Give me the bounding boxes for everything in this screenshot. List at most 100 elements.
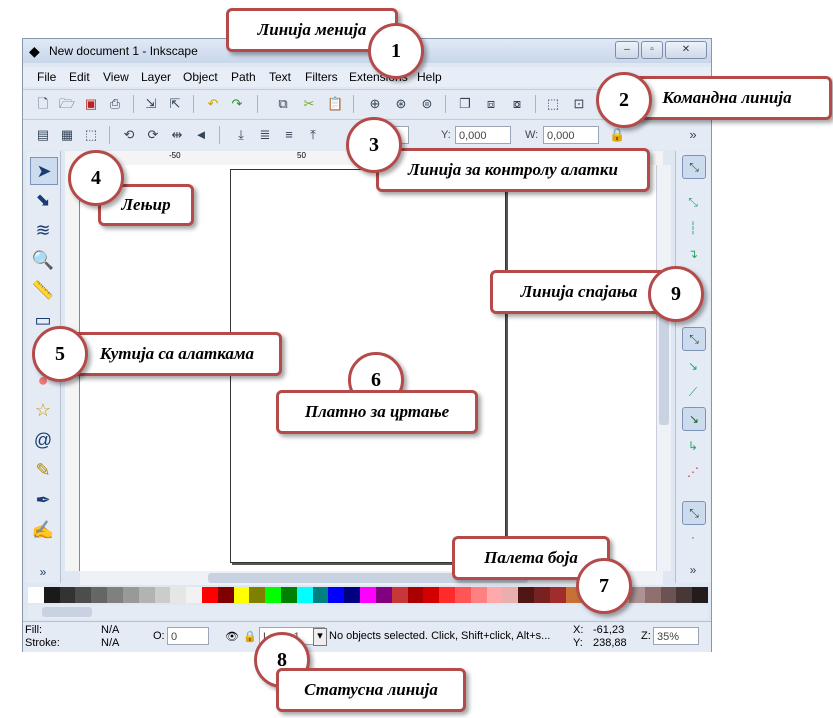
open-icon[interactable]: 🗁 [59,96,75,112]
raise-icon[interactable]: ≡ [281,127,297,143]
color-swatch[interactable] [233,587,250,603]
snap-grid-icon[interactable]: ⸱ [682,527,704,549]
lower-to-bottom-icon[interactable]: ⤓ [233,127,249,143]
color-swatch[interactable] [265,587,282,603]
clone-icon[interactable]: ⧈ [483,96,499,112]
color-swatch[interactable] [391,587,408,603]
save-icon[interactable]: ▣ [83,96,99,112]
color-swatch[interactable] [534,587,551,603]
rotate-cw-icon[interactable]: ⟳ [145,127,161,143]
color-swatch[interactable] [549,587,566,603]
color-swatch[interactable] [59,587,76,603]
color-swatch[interactable] [281,587,298,603]
color-swatch[interactable] [217,587,234,603]
rotate-ccw-icon[interactable]: ⟲ [121,127,137,143]
duplicate-icon[interactable]: ❐ [457,96,473,112]
color-swatch[interactable] [360,587,377,603]
tweak-tool-icon[interactable]: ≋ [30,217,56,243]
pencil-tool-icon[interactable]: ✎ [30,457,56,483]
color-swatch[interactable] [502,587,519,603]
menu-layer[interactable]: Layer [141,70,171,84]
overflow-chevron-icon[interactable]: » [685,127,701,143]
color-swatch[interactable] [170,587,187,603]
color-swatch[interactable] [344,587,361,603]
color-swatch[interactable] [312,587,329,603]
color-swatch[interactable] [644,587,661,603]
color-swatch[interactable] [186,587,203,603]
color-swatch[interactable] [91,587,108,603]
copy-icon[interactable]: ⧉ [275,96,291,112]
color-swatch[interactable] [201,587,218,603]
color-swatch[interactable] [692,587,709,603]
select-all-layers-icon[interactable]: ▦ [59,127,75,143]
menu-help[interactable]: Help [417,70,442,84]
snap-nodes-icon[interactable]: ⤡ [682,327,706,351]
star-tool-icon[interactable]: ☆ [30,397,56,423]
color-swatch[interactable] [328,587,345,603]
y-field[interactable]: 0,000 [455,126,511,144]
snap-smooth-icon[interactable]: ↳ [682,435,704,457]
toolbox-overflow-icon[interactable]: » [30,559,56,585]
undo-icon[interactable]: ↶ [205,96,221,112]
color-swatch[interactable] [296,587,313,603]
select-all-icon[interactable]: ▤ [35,127,51,143]
zoom-tool-icon[interactable]: 🔍 [30,247,56,273]
snap-bbox-edge-icon[interactable]: ┆ [682,217,704,239]
vertical-scrollbar[interactable] [656,165,671,571]
snap-cusp-icon[interactable]: ↘ [682,407,706,431]
new-document-icon[interactable]: 🗋 [35,96,51,112]
maximize-button[interactable]: ▫ [641,41,663,59]
measure-tool-icon[interactable]: 📏 [30,277,56,303]
layer-visibility-icon[interactable]: 👁 [225,630,239,643]
deselect-icon[interactable]: ⬚ [83,127,99,143]
zoom-field[interactable]: 35% [653,627,699,645]
color-swatch[interactable] [486,587,503,603]
snap-page-icon[interactable]: ⤡ [682,501,706,525]
color-swatch[interactable] [138,587,155,603]
lock-icon[interactable]: 🔒 [609,127,625,143]
color-swatch[interactable] [676,587,693,603]
group-icon[interactable]: ⬚ [545,96,561,112]
menu-path[interactable]: Path [231,70,256,84]
zoom-selection-icon[interactable]: ⊕ [367,96,383,112]
scroll-thumb[interactable] [659,315,669,425]
zoom-drawing-icon[interactable]: ⊛ [393,96,409,112]
selector-tool-icon[interactable]: ➤ [30,157,58,185]
color-swatch[interactable] [28,587,44,603]
lower-icon[interactable]: ≣ [257,127,273,143]
color-swatch[interactable] [43,587,60,603]
raise-to-top-icon[interactable]: ⤒ [305,127,321,143]
layer-lock-icon[interactable]: 🔒 [243,630,257,643]
import-icon[interactable]: ⇲ [143,96,159,112]
snap-bbox-corner-icon[interactable]: ↴ [682,243,704,265]
color-swatch[interactable] [375,587,392,603]
menu-edit[interactable]: Edit [69,70,90,84]
snap-path-icon[interactable]: ↘ [682,355,704,377]
menu-view[interactable]: View [103,70,129,84]
ungroup-icon[interactable]: ⊡ [571,96,587,112]
opacity-field[interactable]: 0 [167,627,209,645]
redo-icon[interactable]: ↷ [229,96,245,112]
menu-object[interactable]: Object [183,70,218,84]
minimize-button[interactable]: – [615,41,639,59]
scroll-thumb[interactable] [42,607,92,617]
zoom-page-icon[interactable]: ⊜ [419,96,435,112]
snap-midpoint-icon[interactable]: ⋰ [682,461,704,483]
node-tool-icon[interactable]: ⬊ [30,187,56,213]
color-swatch[interactable] [249,587,266,603]
snapbar-overflow-icon[interactable]: » [682,559,704,581]
color-swatch[interactable] [122,587,139,603]
menu-filters[interactable]: Filters [305,70,338,84]
export-icon[interactable]: ⇱ [167,96,183,112]
snap-bbox-icon[interactable]: ⤡ [682,191,704,213]
calligraphy-tool-icon[interactable]: ✍ [30,517,56,543]
flip-horizontal-icon[interactable]: ⇹ [169,127,185,143]
flip-vertical-icon[interactable]: ◄ [193,127,209,143]
snap-intersection-icon[interactable]: ⟋ [682,381,704,403]
print-icon[interactable]: ⎙ [107,96,123,112]
spiral-tool-icon[interactable]: @ [30,427,56,453]
paste-icon[interactable]: 📋 [327,96,343,112]
snap-toggle-icon[interactable]: ⤡ [682,155,706,179]
color-swatch[interactable] [154,587,171,603]
color-swatch[interactable] [439,587,456,603]
